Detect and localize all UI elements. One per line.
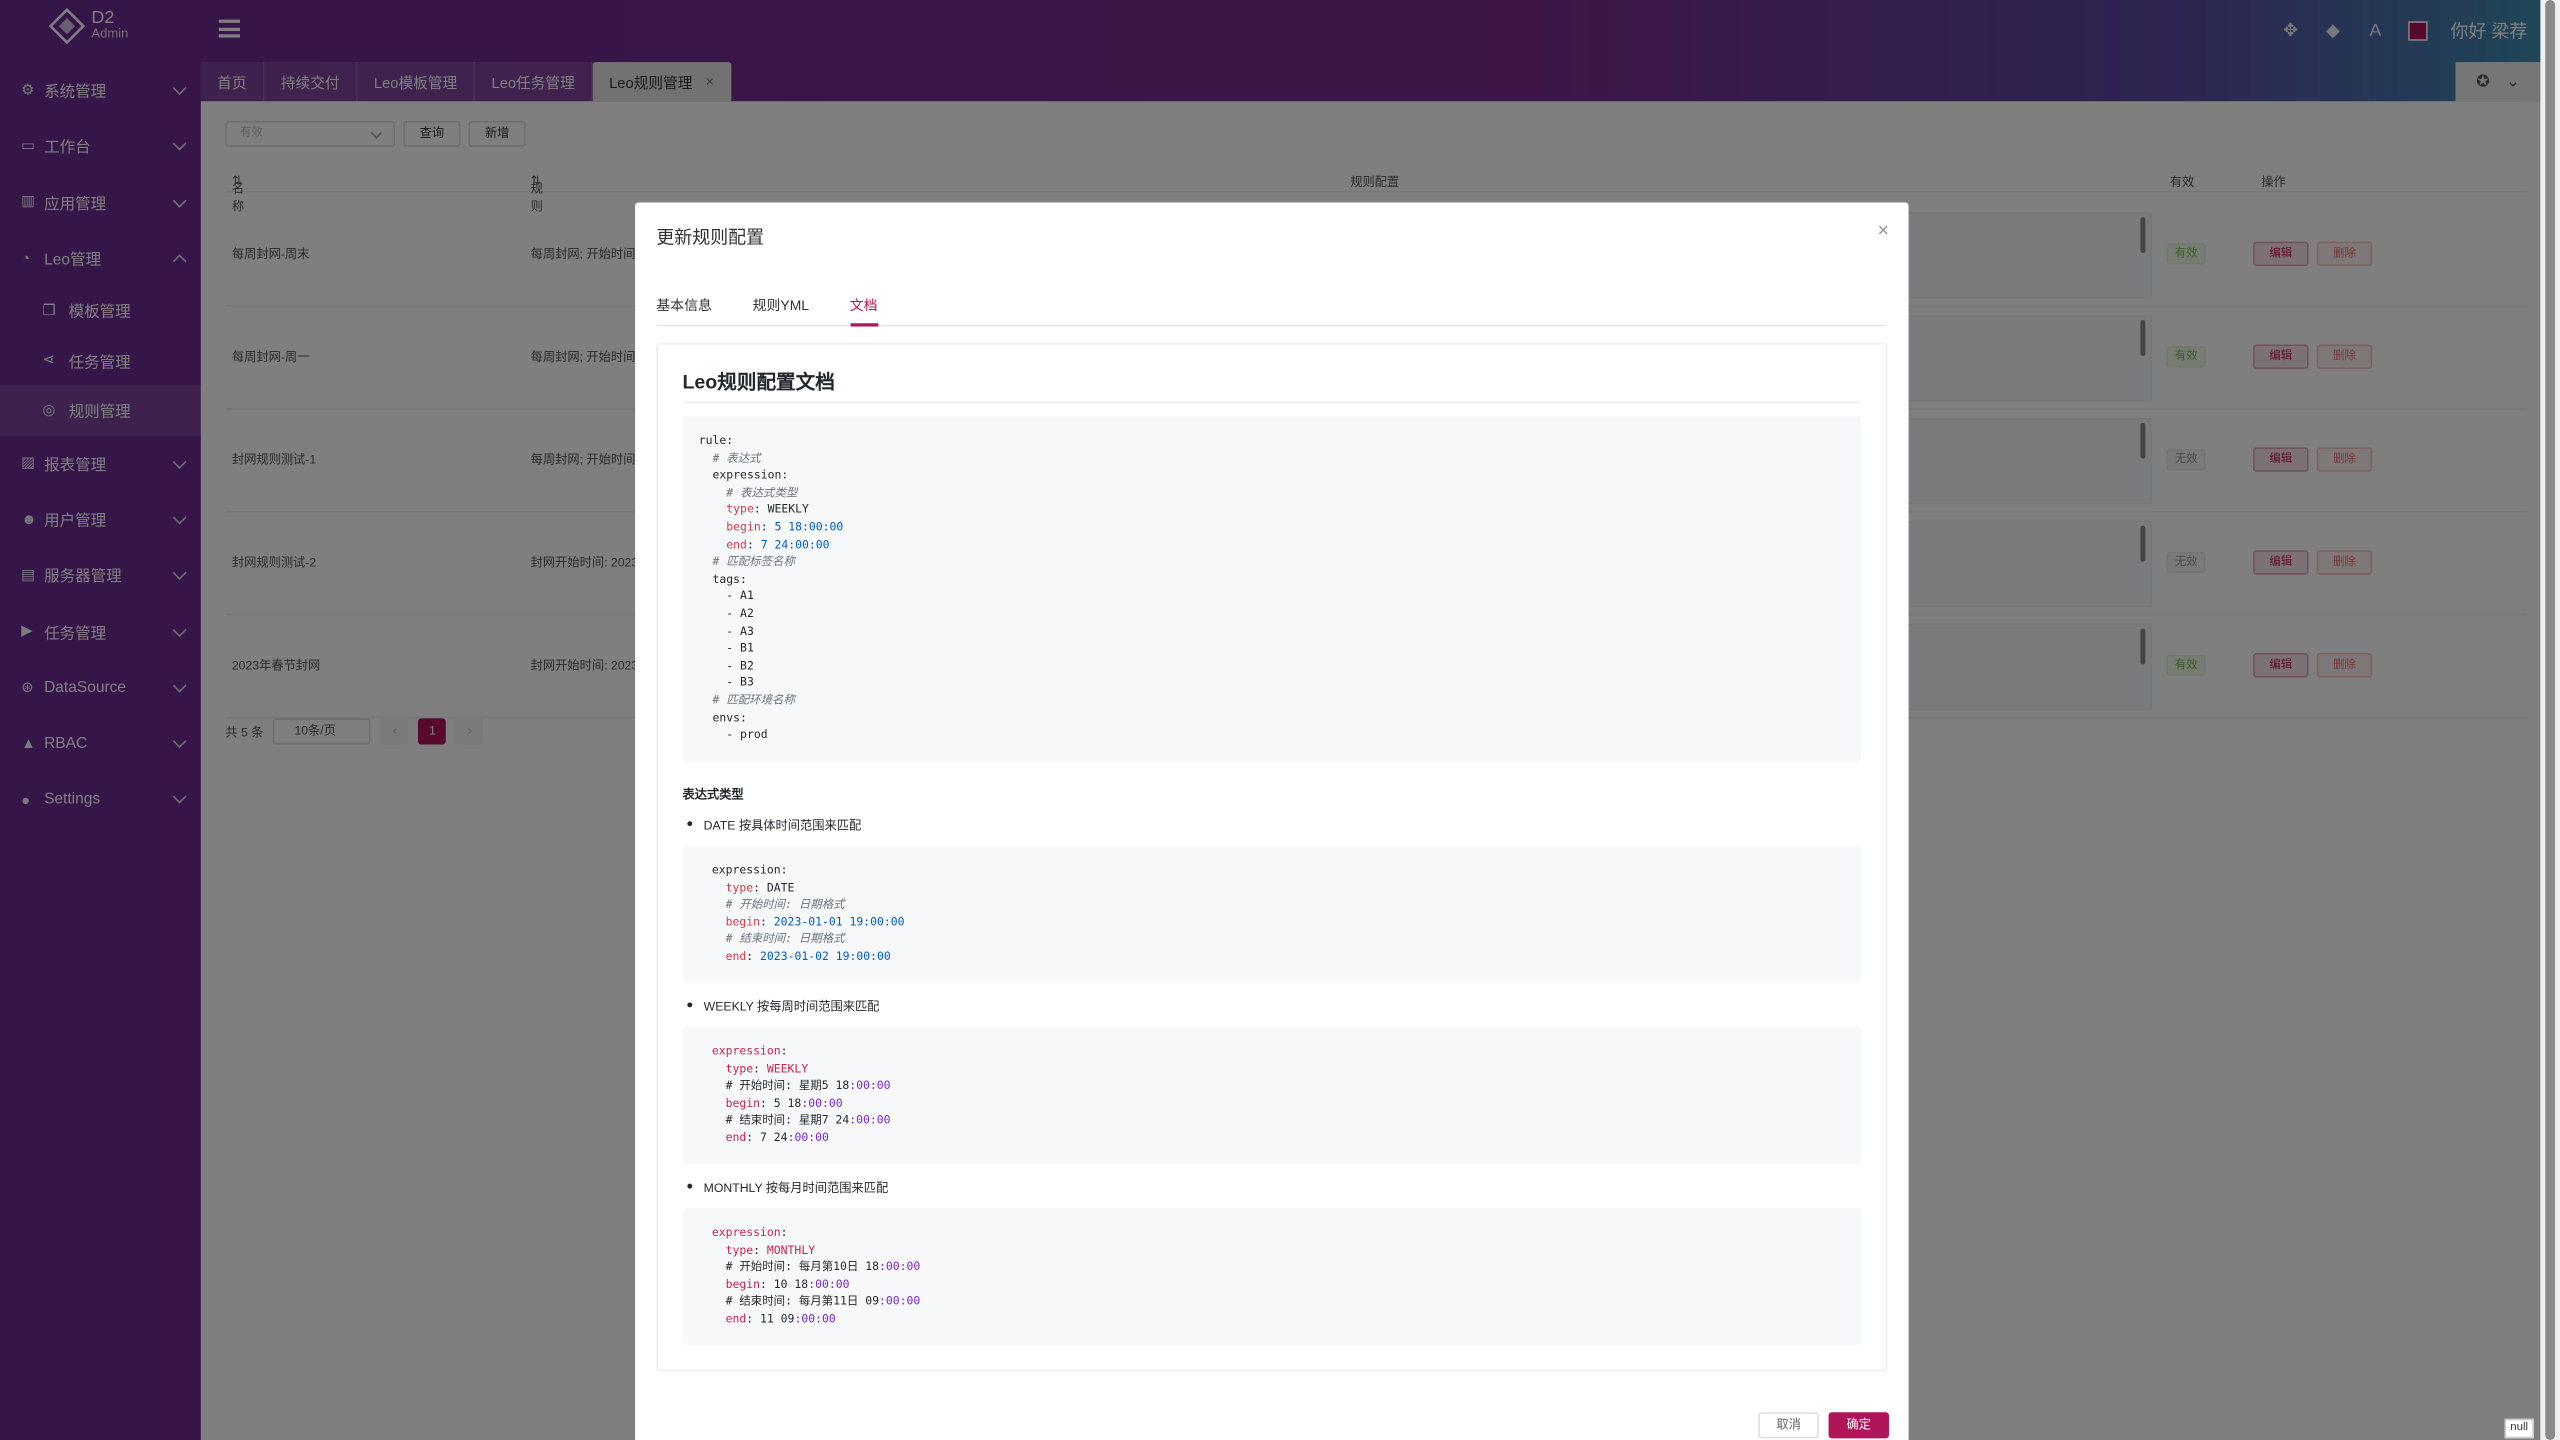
section-heading: 表达式类型 [682,786,744,802]
doc-title: Leo规则配置文档 [682,367,1862,404]
dialog-title: 更新规则配置 [656,228,765,249]
code-block-monthly: expression: type: MONTHLY # 开始时间: 每月第10日… [682,1208,1862,1346]
tab-rule-yml[interactable]: 规则YML [753,294,809,327]
dialog-tabs: 基本信息 规则YML 文档 [656,294,1888,327]
update-rule-dialog: 更新规则配置 × 基本信息 规则YML 文档 Leo规则配置文档 rule: #… [635,202,1909,1440]
list-item: MONTHLY 按每月时间范围来匹配 [687,1180,889,1196]
page-scrollbar[interactable] [2540,0,2560,1440]
code-block-date: expression: type: DATE # 开始时间: 日期格式 begi… [682,845,1862,983]
list-item: WEEKLY 按每周时间范围来匹配 [687,999,880,1014]
close-icon[interactable]: × [1878,219,1889,242]
confirm-button[interactable]: 确定 [1828,1412,1889,1439]
code-block-rule: rule: # 表达式 expression: # 表达式类型 type: WE… [682,416,1862,763]
doc-panel: Leo规则配置文档 rule: # 表达式 expression: # 表达式类… [656,342,1888,1372]
null-label: null [2504,1418,2534,1439]
cancel-button[interactable]: 取消 [1758,1412,1819,1439]
tab-basic-info[interactable]: 基本信息 [656,294,712,327]
tab-docs[interactable]: 文档 [849,294,878,327]
list-item: DATE 按具体时间范围来匹配 [687,817,862,833]
code-block-weekly: expression: type: WEEKLY # 开始时间: 星期5 18:… [682,1026,1862,1165]
